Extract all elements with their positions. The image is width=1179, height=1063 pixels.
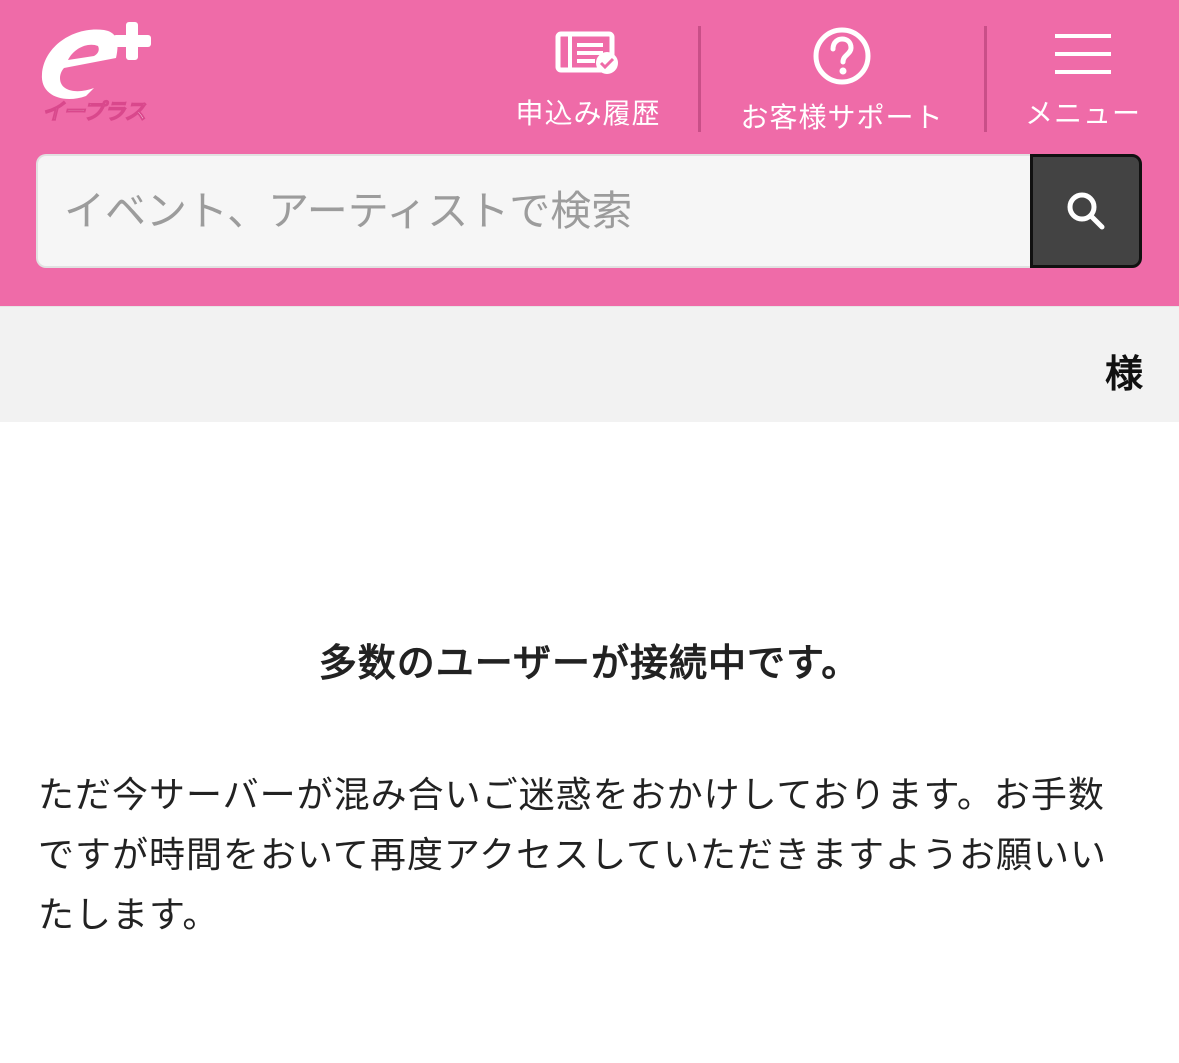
page-title: 多数のユーザーが接続中です。 — [318, 641, 861, 685]
nav-history-label: 申込み履歴 — [515, 97, 661, 130]
nav-support-label: お客様サポート — [740, 101, 944, 134]
nav-menu-label: メニュー — [1024, 97, 1141, 130]
nav-divider — [698, 26, 701, 132]
search-input[interactable] — [36, 154, 1030, 268]
search-button[interactable] — [1030, 154, 1142, 268]
nav-customer-support[interactable]: お客様サポート — [720, 26, 964, 134]
history-ticket-icon — [555, 26, 621, 82]
nav-menu[interactable]: メニュー — [1000, 26, 1166, 132]
site-header: イープラス 申込み履歴 お客様サポート メニュー イベント、アーティストで検索 — [0, 0, 1179, 306]
help-circle-icon — [812, 26, 872, 86]
eplus-logo[interactable]: イープラス — [34, 18, 164, 130]
search-icon — [1067, 192, 1105, 230]
eplus-logo-text: イープラス — [41, 100, 146, 126]
nav-divider — [984, 26, 987, 132]
user-greeting-bar: 様 — [0, 306, 1179, 422]
nav-application-history[interactable]: 申込み履歴 — [500, 26, 676, 132]
search-bar — [36, 154, 1142, 268]
user-honorific: 様 — [1104, 352, 1143, 396]
hamburger-menu-icon — [1055, 26, 1111, 82]
busy-message: ただ今サーバーが混み合いご迷惑をおかけしております。お手数ですが時間をおいて再度… — [38, 775, 1108, 936]
